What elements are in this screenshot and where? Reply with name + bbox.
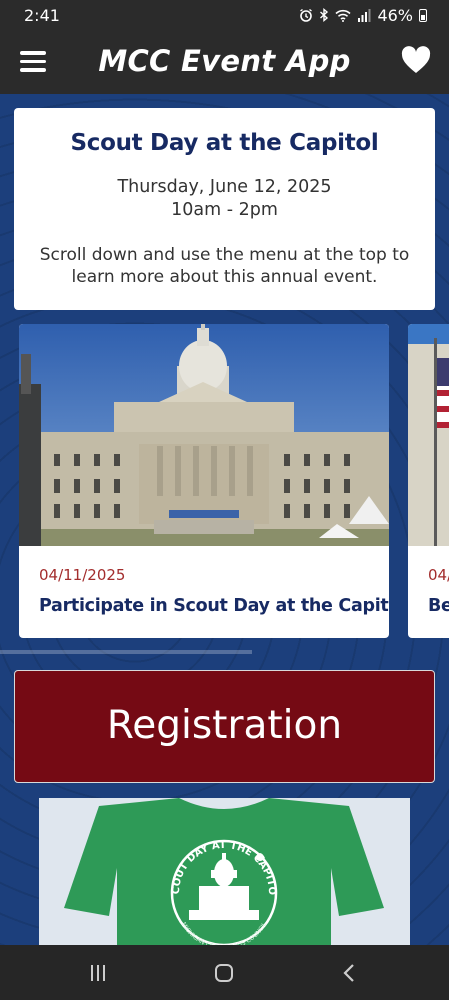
- status-icons: 46%: [299, 6, 427, 25]
- card-date: 04/: [428, 566, 449, 584]
- capitol-photo: [19, 324, 389, 546]
- carousel-scroll-indicator: [0, 650, 252, 654]
- event-date-line: Thursday, June 12, 2025: [117, 177, 332, 197]
- event-description: Scroll down and use the menu at the top …: [39, 245, 410, 287]
- flag-photo: [408, 324, 449, 546]
- app-title: MCC Event App: [98, 44, 351, 78]
- registration-button[interactable]: Registration: [14, 670, 435, 783]
- event-time-line: 10am - 2pm: [171, 200, 278, 220]
- app-bar: MCC Event App: [0, 30, 449, 94]
- alarm-icon: [300, 8, 313, 22]
- card-title: Be: [428, 596, 449, 616]
- news-card[interactable]: 04/11/2025 Participate in Scout Day at t…: [19, 324, 389, 638]
- event-date: Thursday, June 12, 2025 10am - 2pm: [14, 176, 435, 222]
- wifi-icon: [335, 9, 351, 22]
- heart-icon[interactable]: [401, 46, 431, 76]
- status-time: 2:41: [24, 5, 60, 25]
- event-intro-card: Scout Day at the Capitol Thursday, June …: [14, 108, 435, 310]
- tshirt-graphic: SCOUT DAY AT THE CAPITOL MICHIGAN CROSSR…: [39, 798, 384, 945]
- card-date: 04/11/2025: [39, 566, 126, 584]
- news-card-next[interactable]: 04/ Be: [408, 324, 449, 638]
- bluetooth-icon: [320, 8, 329, 22]
- tshirt-image[interactable]: SCOUT DAY AT THE CAPITOL MICHIGAN CROSSR…: [39, 798, 410, 945]
- main-content[interactable]: Scout Day at the Capitol Thursday, June …: [0, 94, 449, 945]
- card-title: Participate in Scout Day at the Capitol: [39, 596, 389, 616]
- recent-apps-icon[interactable]: [86, 961, 110, 985]
- system-nav-bar: [0, 945, 449, 1000]
- battery-icon: [419, 8, 427, 22]
- home-icon[interactable]: [212, 961, 236, 985]
- back-icon[interactable]: [338, 961, 362, 985]
- event-title: Scout Day at the Capitol: [70, 130, 379, 156]
- signal-icon: [358, 8, 371, 22]
- battery-percent: 46%: [377, 5, 413, 25]
- status-bar: 2:41 46%: [0, 0, 449, 30]
